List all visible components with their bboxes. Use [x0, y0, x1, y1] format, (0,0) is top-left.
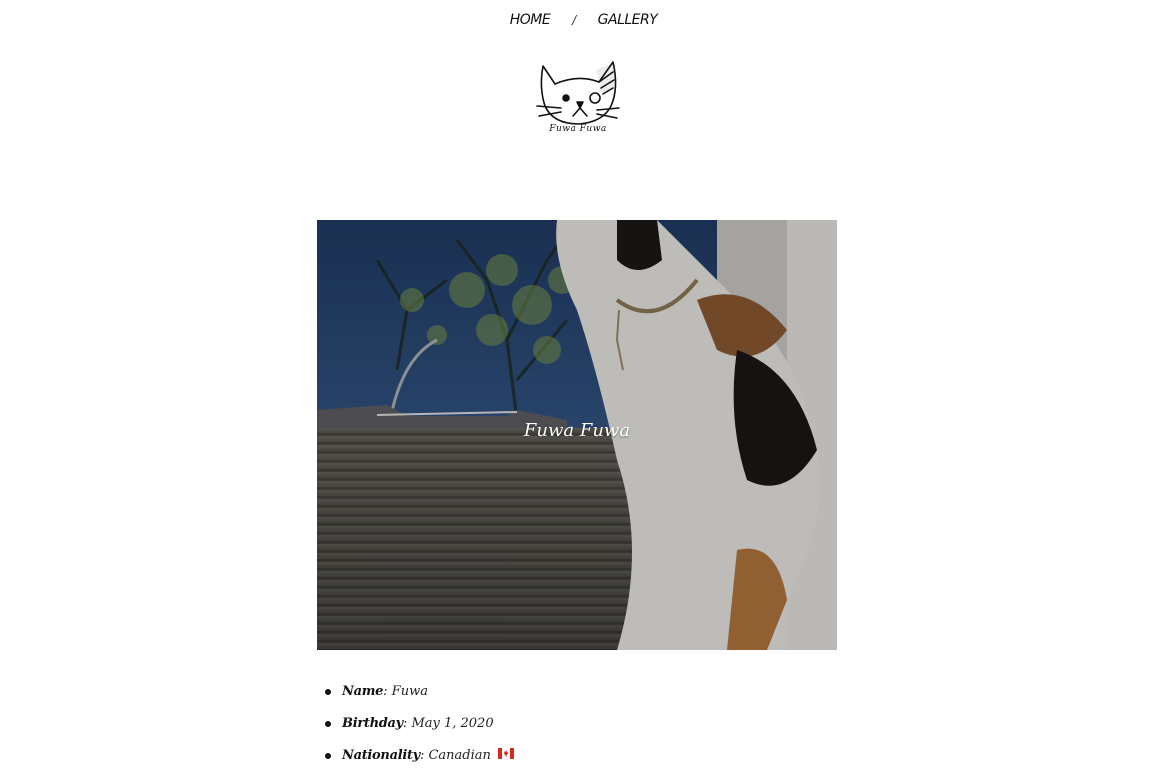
bullet — [325, 721, 331, 727]
fact-name: Name: Fuwa — [325, 680, 514, 712]
nav-separator: / — [572, 13, 576, 27]
bullet — [325, 689, 331, 695]
cat-facts-list: Name: Fuwa Birthday: May 1, 2020 Nationa… — [325, 680, 515, 776]
fact-sep: : — [383, 684, 388, 699]
fact-key: Nationality — [342, 748, 420, 763]
fact-value: Fuwa — [391, 684, 428, 699]
canada-flag-icon — [498, 748, 515, 759]
hero-banner: Fuwa Fuwa — [317, 220, 837, 650]
nav-home-link[interactable]: HOME — [510, 12, 551, 28]
fact-key: Birthday — [342, 716, 403, 731]
fact-value: Canadian — [428, 748, 491, 763]
fact-nationality: Nationality: Canadian — [325, 744, 515, 776]
fact-sep: : — [419, 748, 425, 763]
top-nav: HOME / GALLERY — [0, 12, 1167, 34]
fact-key: Name — [342, 684, 384, 699]
fact-birthday: Birthday: May 1, 2020 — [325, 712, 514, 744]
hero-title: Fuwa Fuwa — [523, 420, 631, 441]
nav-gallery-link[interactable]: GALLERY — [598, 12, 658, 28]
fact-sep: : — [402, 716, 408, 731]
logo-caption: Fuwa Fuwa — [549, 124, 607, 134]
fact-value: May 1, 2020 — [411, 716, 494, 731]
bullet — [325, 753, 331, 759]
